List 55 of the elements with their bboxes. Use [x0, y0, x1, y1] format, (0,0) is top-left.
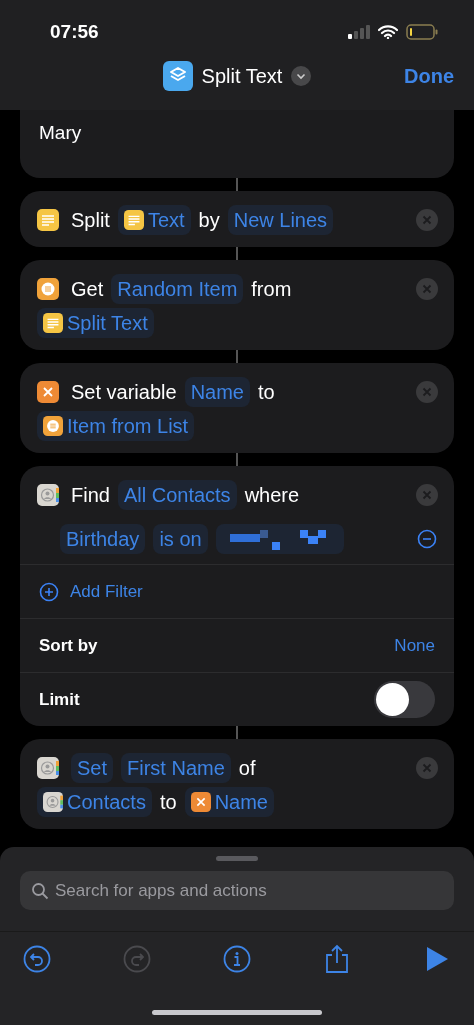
note-icon [37, 209, 59, 231]
done-button[interactable]: Done [404, 64, 454, 88]
status-time: 07:56 [50, 21, 99, 43]
parameter-token[interactable]: Name [184, 377, 250, 407]
list-icon [43, 416, 63, 436]
parameter-token[interactable]: Name [184, 787, 274, 817]
wifi-icon [378, 25, 398, 39]
variable-icon [190, 792, 211, 812]
variable-icon [37, 381, 59, 403]
parameter-token[interactable]: First Name [121, 753, 231, 783]
action-word: from [251, 277, 293, 302]
action-word: where [244, 483, 301, 508]
layers-icon [162, 61, 193, 91]
parameter-token[interactable]: Split Text [37, 308, 154, 338]
limit-label: Limit [39, 689, 80, 710]
sort-value[interactable]: None [394, 635, 435, 656]
action-word: Find [71, 483, 111, 508]
parameter-token[interactable]: Text [117, 205, 191, 235]
action-word: Get [71, 277, 105, 302]
pixelated-value[interactable] [215, 524, 344, 554]
contacts-icon [37, 757, 59, 779]
action-word: Set variable [71, 380, 178, 405]
add-icon [39, 581, 59, 602]
shortcut-title[interactable]: Split Text [201, 64, 283, 88]
output-line: Mary [39, 122, 83, 144]
info-icon[interactable] [222, 944, 252, 974]
signal-icon [348, 25, 370, 39]
search-icon [31, 882, 49, 900]
limit-toggle[interactable] [374, 681, 435, 718]
chevron-down-icon[interactable] [291, 66, 312, 86]
action-word: Split [71, 208, 111, 233]
note-icon [123, 210, 144, 230]
parameter-token[interactable]: Random Item [111, 274, 244, 304]
contacts-icon [37, 484, 59, 506]
parameter-token[interactable]: All Contacts [117, 480, 237, 510]
parameter-token[interactable]: Item from List [37, 411, 195, 441]
parameter-token[interactable]: Contacts [37, 787, 152, 817]
add-filter-button[interactable]: Add Filter [39, 581, 143, 602]
sheet-handle[interactable] [216, 856, 258, 861]
action-word: of [238, 756, 257, 781]
parameter-token[interactable]: Set [71, 753, 114, 783]
undo-icon[interactable] [22, 944, 52, 974]
action-word: to [159, 790, 178, 815]
action-word: by [198, 208, 221, 233]
note-icon [43, 313, 63, 333]
remove-filter-icon[interactable] [417, 529, 437, 549]
parameter-token[interactable]: is on [153, 524, 208, 554]
search-field[interactable]: Search for apps and actions [20, 871, 454, 910]
parameter-token[interactable]: New Lines [227, 205, 334, 235]
battery-icon [406, 24, 438, 40]
sort-label: Sort by [39, 635, 98, 656]
parameter-token[interactable]: Birthday [60, 524, 146, 554]
contacts-icon [43, 792, 63, 812]
list-icon [37, 278, 59, 300]
action-word: to [258, 380, 276, 405]
